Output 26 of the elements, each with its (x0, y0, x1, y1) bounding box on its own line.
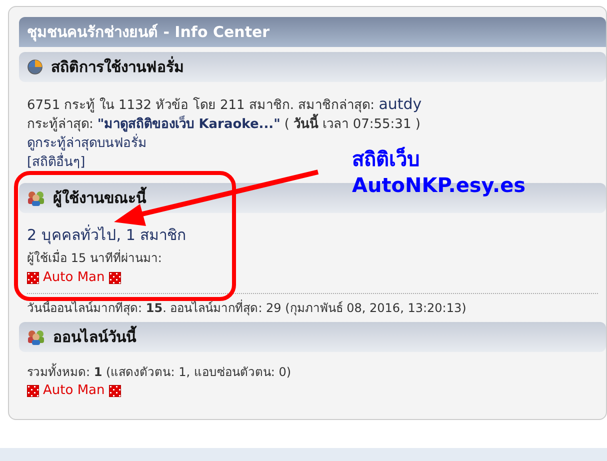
stats-summary: 6751 กระทู้ ใน 1132 หัวข้อ โดย 211 สมาชิก. สมาชิกล่าสุด: autdy (27, 95, 423, 114)
member-icon (27, 272, 39, 284)
member-icon (108, 272, 121, 284)
recent-posts-link[interactable]: ดูกระทู้ล่าสุดบนฟอรั่ม (27, 136, 147, 151)
online-counts: 2 บุคคลทั่วไป, 1 สมาชิก (27, 224, 188, 246)
latest-label: กระทู้ล่าสุด: (27, 116, 94, 134)
member-link[interactable]: Auto Man (43, 381, 105, 401)
member-icon (108, 385, 121, 397)
member-link[interactable]: autdy (378, 95, 422, 113)
section-title: ออนไลน์วันนี้ (53, 326, 136, 348)
annotation-text: สถิติเว็บ (352, 146, 421, 172)
latest-post-link[interactable]: "มาดูสถิติของเว็บ Karaoke..." (97, 115, 280, 134)
more-stats-link[interactable]: [สถิติอื่นๆ] (27, 155, 86, 170)
users-icon (27, 190, 45, 206)
online-record: วันนี้ออนไลน์มากที่สุด: 15. ออนไลน์มากที่สุด: 29 (กุมภาพันธ์ 08, 2016, 13:20:13) (26, 299, 468, 317)
annotation-text: AutoNKP.esy.es (352, 172, 526, 198)
pie-chart-icon (27, 59, 43, 75)
recent-users-label: ผู้ใช้เมื่อ 15 นาทีที่ผ่านมา: (27, 248, 163, 268)
member-link[interactable]: Auto Man (43, 268, 105, 288)
post-time: ( วันนี้ เวลา 07:55:31 ) (284, 115, 420, 134)
section-title: สถิติการใช้งานฟอรั่ม (51, 56, 184, 78)
member-icon (27, 385, 39, 397)
users-icon (27, 329, 45, 345)
section-title: ผู้ใช้งานขณะนี้ (53, 186, 146, 210)
online-total: รวมทั้งหมด: 1 (แสดงตัวตน: 1, แอบซ่อนตัวตน: 0) (27, 363, 292, 381)
panel-title: ชุมชนคนรักช่างยนต์ - Info Center (27, 22, 270, 44)
